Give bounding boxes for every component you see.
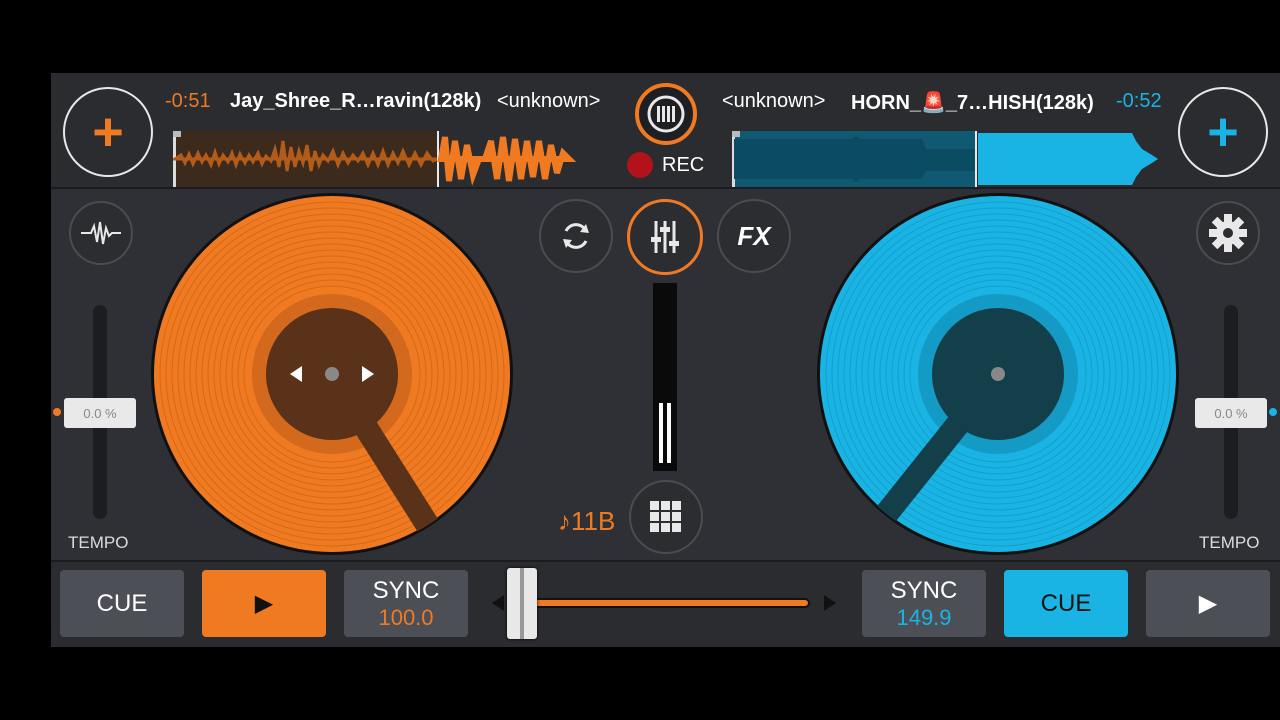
right-time-remaining: -0:52 bbox=[1116, 90, 1162, 112]
left-tempo-label: TEMPO bbox=[68, 533, 129, 552]
sampler-button[interactable] bbox=[629, 480, 703, 554]
sampler-grid-icon bbox=[650, 501, 681, 532]
left-tempo-handle[interactable]: 0.0 % bbox=[64, 398, 136, 428]
crossfader-knob[interactable] bbox=[506, 568, 537, 639]
loop-button[interactable] bbox=[539, 199, 613, 273]
left-tempo-marker bbox=[53, 408, 61, 416]
key-display: ♪11B bbox=[558, 506, 616, 536]
crossfader[interactable] bbox=[488, 570, 840, 637]
settings-button[interactable] bbox=[1196, 201, 1260, 265]
sync-loop-icon bbox=[563, 223, 589, 249]
record-menu-button[interactable] bbox=[635, 83, 697, 145]
fx-button[interactable]: FX bbox=[717, 199, 791, 273]
left-track-artist: <unknown> bbox=[497, 90, 601, 112]
left-turntable[interactable] bbox=[150, 192, 514, 556]
play-icon: ▶ bbox=[254, 590, 274, 617]
left-sync-button[interactable]: SYNC 100.0 bbox=[344, 570, 468, 637]
mixer-icon bbox=[651, 221, 679, 253]
waveform-view-button[interactable] bbox=[69, 201, 133, 265]
load-track-left-button[interactable]: + bbox=[63, 87, 153, 177]
fx-icon: FX bbox=[737, 220, 771, 251]
right-waveform[interactable] bbox=[732, 131, 1170, 187]
right-sync-button[interactable]: SYNC 149.9 bbox=[862, 570, 986, 637]
left-track-title: Jay_Shree_R…ravin(128k) bbox=[230, 90, 482, 112]
rec-label: REC bbox=[662, 153, 705, 176]
add-track-icon: + bbox=[1207, 102, 1239, 162]
right-tempo-label: TEMPO bbox=[1199, 533, 1260, 552]
left-play-button[interactable]: ▶ bbox=[202, 570, 326, 637]
dj-app: + -0:51 Jay_Shree_R…ravin(128k) <unknown… bbox=[51, 73, 1280, 647]
right-track-title: HORN_🚨_7…HISH(128k) bbox=[851, 92, 1094, 114]
right-bpm: 149.9 bbox=[896, 604, 952, 630]
right-tempo-marker bbox=[1269, 408, 1277, 416]
right-cue-button[interactable]: CUE bbox=[1004, 570, 1128, 637]
left-time-remaining: -0:51 bbox=[165, 90, 211, 112]
right-tempo-handle[interactable]: 0.0 % bbox=[1195, 398, 1267, 428]
top-bar: + -0:51 Jay_Shree_R…ravin(128k) <unknown… bbox=[51, 73, 1280, 187]
rec-button[interactable]: REC bbox=[627, 152, 707, 178]
settings-gear-icon bbox=[1209, 214, 1247, 252]
left-waveform[interactable] bbox=[173, 131, 610, 187]
right-turntable[interactable] bbox=[816, 192, 1180, 556]
right-play-button[interactable]: ▶ bbox=[1146, 570, 1270, 637]
mixer-button[interactable] bbox=[627, 199, 703, 275]
add-track-icon: + bbox=[92, 102, 124, 162]
rec-dot-icon bbox=[627, 152, 653, 178]
waveform-icon bbox=[81, 221, 121, 245]
right-track-artist: <unknown> bbox=[722, 90, 826, 112]
left-bpm: 100.0 bbox=[378, 604, 434, 630]
record-menu-icon bbox=[647, 95, 685, 133]
play-icon: ▶ bbox=[1198, 590, 1218, 617]
left-cue-button[interactable]: CUE bbox=[60, 570, 184, 637]
load-track-right-button[interactable]: + bbox=[1178, 87, 1268, 177]
master-volume-meter bbox=[653, 283, 677, 471]
